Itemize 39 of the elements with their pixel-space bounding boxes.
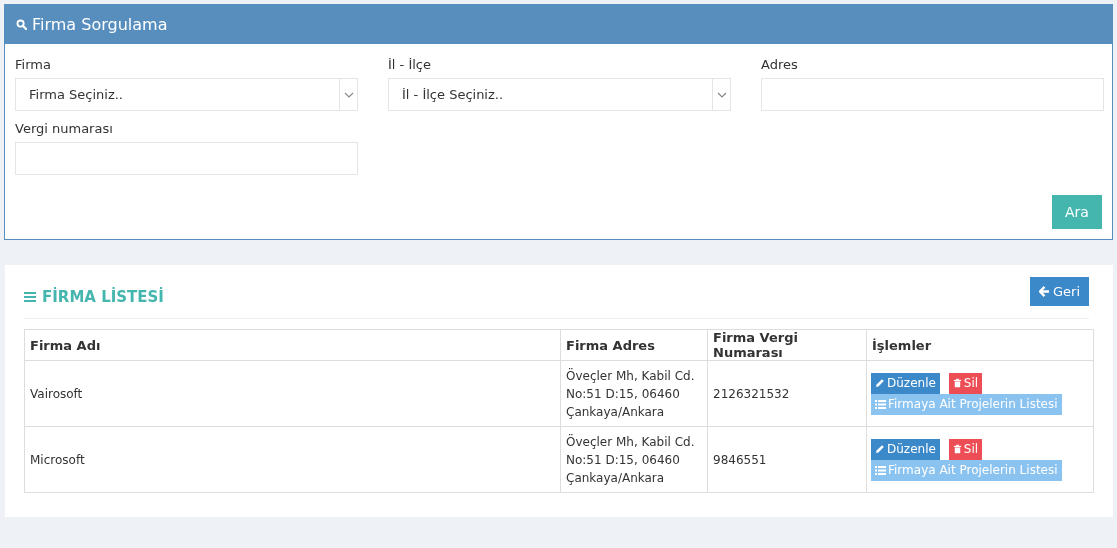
field-label: Adres [761, 56, 799, 74]
panel-title: Firma Sorgulama [32, 15, 168, 34]
search-icon [16, 19, 27, 30]
back-button[interactable]: Geri [1029, 277, 1089, 306]
input-field[interactable] [15, 142, 358, 175]
select-field[interactable]: Firma Seçiniz.. [15, 78, 358, 111]
menu-icon [24, 291, 36, 302]
table-cell: Öveçler Mh, Kabil Cd. No:51 D:15, 06460 Çankaya/Ankara [560, 360, 708, 427]
chevron-down-icon [716, 91, 727, 98]
trash-icon [952, 444, 962, 454]
edit-button[interactable]: Düzenle [871, 372, 940, 394]
table-cell: Microsoft [24, 426, 561, 493]
chevron-down-icon [343, 91, 354, 98]
column-header: Firma Adı [24, 329, 561, 361]
table-cell: Vairosoft [24, 360, 561, 427]
trash-icon [952, 378, 962, 388]
delete-button[interactable]: Sil [948, 438, 983, 460]
delete-button[interactable]: Sil [948, 372, 983, 394]
input-field[interactable] [761, 78, 1104, 111]
column-header: Firma Adres [560, 329, 708, 361]
edit-button[interactable]: Düzenle [871, 438, 940, 460]
field-label: Firma [15, 56, 52, 74]
table-cell: 9846551 [707, 426, 867, 493]
column-header: İşlemler [866, 329, 1094, 361]
project-list-button[interactable]: Firmaya Ait Projelerin Listesi [871, 393, 1062, 415]
arrow-left-icon [1038, 286, 1050, 297]
pencil-icon [875, 444, 885, 454]
field-label: Vergi numarası [15, 120, 114, 138]
select-field[interactable]: İl - İlçe Seçiniz.. [388, 78, 731, 111]
pencil-icon [875, 378, 885, 388]
table-cell: Öveçler Mh, Kabil Cd. No:51 D:15, 06460 Çankaya/Ankara [560, 426, 708, 493]
table-cell: 2126321532 [707, 360, 867, 427]
search-button[interactable]: Ara [1052, 195, 1102, 229]
list-icon [875, 399, 886, 409]
field-label: İl - İlçe [388, 56, 432, 74]
list-icon [875, 465, 886, 475]
column-header: Firma Vergi Numarası [707, 329, 867, 361]
list-title: FİRMA LİSTESİ [42, 287, 164, 306]
project-list-button[interactable]: Firmaya Ait Projelerin Listesi [871, 459, 1062, 481]
